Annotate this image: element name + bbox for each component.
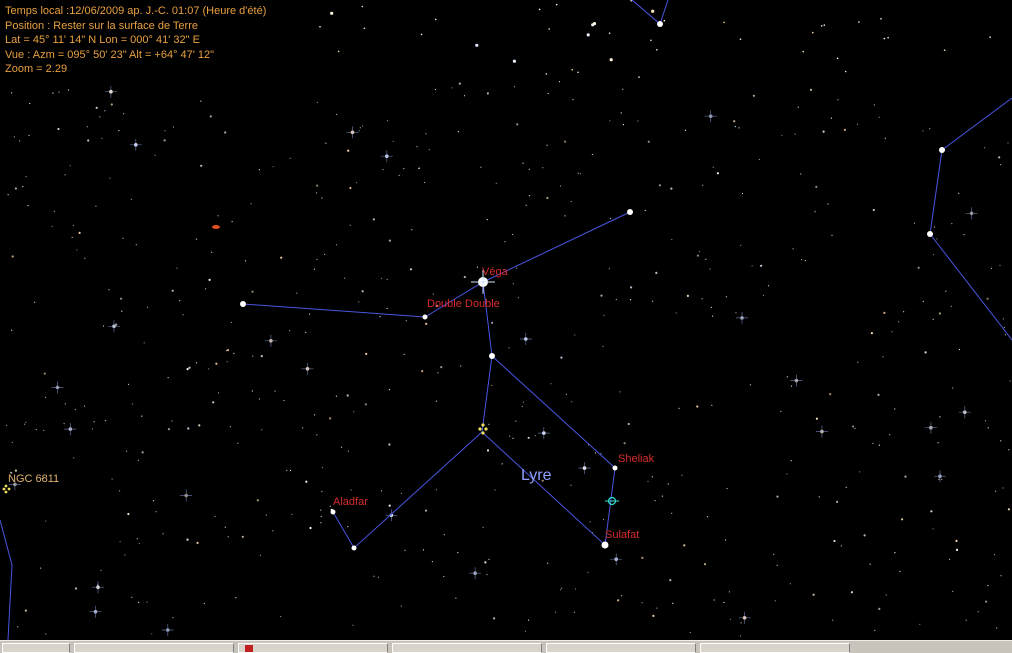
vega-label[interactable]: Véga xyxy=(482,266,509,278)
bright-stars xyxy=(240,21,945,551)
background-stars xyxy=(6,0,1011,637)
cygnus-line xyxy=(941,97,1012,151)
constellation-lines xyxy=(0,0,1012,640)
double-double-star xyxy=(422,314,428,320)
lyra-line-body xyxy=(332,281,493,549)
app-icon xyxy=(245,645,253,652)
variable-star-icon[interactable] xyxy=(605,496,619,506)
local-time: Temps local :12/06/2009 ap. J.-C. 01:07 … xyxy=(5,5,267,17)
latitude-longitude: Lat = 45° 11' 14" N Lon = 000° 41' 32" E xyxy=(5,34,200,46)
lyra-line-east xyxy=(481,355,616,547)
planet-marker-icon[interactable] xyxy=(212,225,220,229)
aladfar-star xyxy=(330,509,336,515)
observer-position: Position : Rester sur la surface de Terr… xyxy=(5,19,198,32)
star-660 xyxy=(657,21,663,27)
sky-map[interactable]: Véga Double Double Sheliak Sulafat Aladf… xyxy=(0,0,1012,640)
zeta-lyr-star xyxy=(489,353,495,359)
info-panel: Temps local :12/06/2009 ap. J.-C. 01:07 … xyxy=(5,4,266,77)
star-930 xyxy=(927,231,933,237)
constellation-name-lyre[interactable]: Lyre xyxy=(521,467,552,484)
sheliak-star xyxy=(612,465,618,471)
sulafat-star xyxy=(601,541,609,549)
hercules-line xyxy=(631,0,661,25)
zoom-level: Zoom = 2.29 xyxy=(5,63,68,75)
cygnus-line-2 xyxy=(929,149,1012,341)
sulafat-label[interactable]: Sulafat xyxy=(605,529,639,541)
cluster-icon[interactable] xyxy=(478,423,488,435)
aladfar-label[interactable]: Aladfar xyxy=(333,496,368,508)
star-354 xyxy=(351,545,357,551)
ngc-6811-label[interactable]: NGC 6811 xyxy=(8,473,59,485)
star-630 xyxy=(627,209,633,215)
ngc-6811-icon[interactable] xyxy=(2,484,11,494)
view-direction: Vue : Azm = 095° 50' 23" Alt = +64° 47' … xyxy=(5,48,215,61)
taskbar xyxy=(0,640,1012,653)
star-942 xyxy=(939,147,945,153)
cygnus-line-3 xyxy=(0,519,13,640)
sheliak-label[interactable]: Sheliak xyxy=(618,453,655,465)
star-243 xyxy=(240,301,246,307)
double-double-label[interactable]: Double Double xyxy=(427,298,500,310)
